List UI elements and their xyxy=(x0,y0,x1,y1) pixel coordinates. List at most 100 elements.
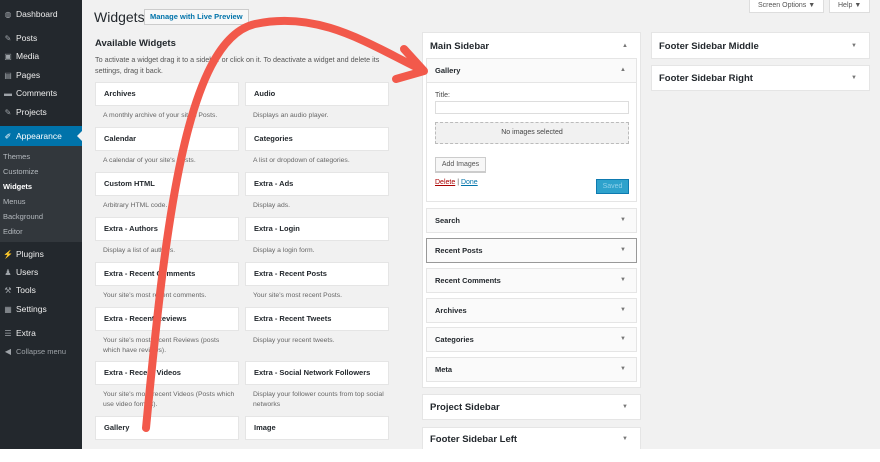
sidebar-widget-meta[interactable]: Meta ▼ xyxy=(426,357,637,382)
expand-down-icon[interactable]: ▼ xyxy=(620,328,626,351)
project-sidebar-title: Project Sidebar xyxy=(430,402,500,413)
dashboard-icon: ◍ xyxy=(4,9,12,19)
widget-custom-html[interactable]: Custom HTML xyxy=(95,172,239,196)
submenu-item-background[interactable]: Background xyxy=(3,212,43,221)
expand-down-icon[interactable]: ▼ xyxy=(620,209,626,232)
widget-extra-ads[interactable]: Extra - Ads xyxy=(245,172,389,196)
collapse-icon: ◀ xyxy=(4,346,12,356)
project-sidebar-panel[interactable]: Project Sidebar ▼ xyxy=(422,394,641,420)
collapse-menu-label: Collapse menu xyxy=(16,346,67,356)
footer-middle-panel[interactable]: Footer Sidebar Middle ▼ xyxy=(651,32,870,59)
menu-item-label: Plugins xyxy=(16,249,44,259)
submenu-item-customize[interactable]: Customize xyxy=(3,167,38,176)
widget-description: A list or dropdown of categories. xyxy=(253,157,350,164)
widget-extra-authors[interactable]: Extra - Authors xyxy=(95,217,239,241)
available-widgets-intro: To activate a widget drag it to a sideba… xyxy=(95,55,380,75)
widget-extra-recent-tweets[interactable]: Extra - Recent Tweets xyxy=(245,307,389,331)
sidebar-widget-recent-posts[interactable]: Recent Posts ▼ xyxy=(426,238,637,263)
submenu-item-widgets[interactable]: Widgets xyxy=(3,182,32,191)
add-images-button[interactable]: Add Images xyxy=(435,157,486,172)
menu-item-posts[interactable]: ✎ Posts xyxy=(0,29,82,47)
menu-item-settings[interactable]: ▦ Settings xyxy=(0,300,82,318)
widget-description: Displays an audio player. xyxy=(253,112,329,119)
menu-item-comments[interactable]: ▬ Comments xyxy=(0,84,82,102)
widget-description: Your site's most recent Videos (Posts wh… xyxy=(103,391,235,408)
widget-extra-recent-comments[interactable]: Extra - Recent Comments xyxy=(95,262,239,286)
done-link[interactable]: Done xyxy=(461,179,478,186)
menu-item-label: Projects xyxy=(16,107,47,117)
menu-item-label: Media xyxy=(16,51,40,61)
widget-extra-recent-reviews[interactable]: Extra - Recent Reviews xyxy=(95,307,239,331)
footer-middle-title: Footer Sidebar Middle xyxy=(659,41,759,52)
menu-item-media[interactable]: ▣ Media xyxy=(0,47,82,65)
help-button[interactable]: Help ▼ xyxy=(829,0,871,13)
sidebar-widget-search[interactable]: Search ▼ xyxy=(426,208,637,233)
widget-description: A calendar of your site's Posts. xyxy=(103,157,196,164)
widget-extra-recent-posts[interactable]: Extra - Recent Posts xyxy=(245,262,389,286)
widget-image[interactable]: Image xyxy=(245,416,389,440)
widget-categories[interactable]: Categories xyxy=(245,127,389,151)
widget-gallery[interactable]: Gallery xyxy=(95,416,239,440)
widget-description: Display your follower counts from top so… xyxy=(253,391,384,408)
sidebar-widget-title: Recent Comments xyxy=(435,276,501,285)
title-label: Title: xyxy=(435,92,450,99)
sidebar-widget-categories[interactable]: Categories ▼ xyxy=(426,327,637,352)
menu-item-plugins[interactable]: ⚡ Plugins xyxy=(0,245,82,263)
saved-button[interactable]: Saved xyxy=(596,179,629,194)
screen-options-button[interactable]: Screen Options ▼ xyxy=(749,0,825,13)
footer-right-panel[interactable]: Footer Sidebar Right ▼ xyxy=(651,65,870,91)
menu-item-label: Posts xyxy=(16,33,38,43)
gallery-widget-header[interactable]: Gallery ▲ xyxy=(427,59,636,83)
expand-down-icon[interactable]: ▼ xyxy=(620,299,626,322)
wrench-icon: ⚒ xyxy=(4,285,12,295)
expand-down-icon[interactable]: ▼ xyxy=(620,239,626,262)
widget-archives[interactable]: Archives xyxy=(95,82,239,106)
link-separator: | xyxy=(457,179,460,186)
footer-right-title: Footer Sidebar Right xyxy=(659,73,753,84)
submenu-item-menus[interactable]: Menus xyxy=(3,197,26,206)
expand-down-icon[interactable]: ▼ xyxy=(622,404,628,410)
plugin-icon: ⚡ xyxy=(3,249,13,259)
sidebar-widget-recent-comments[interactable]: Recent Comments ▼ xyxy=(426,268,637,293)
delete-link[interactable]: Delete xyxy=(435,179,455,186)
menu-item-extra[interactable]: ☰ Extra xyxy=(0,324,82,342)
sidebar-widget-title: Search xyxy=(435,216,461,225)
menu-item-dashboard[interactable]: ◍ Dashboard xyxy=(0,5,82,23)
menu-item-tools[interactable]: ⚒ Tools xyxy=(0,281,82,299)
expand-down-icon[interactable]: ▼ xyxy=(851,43,857,49)
live-preview-button[interactable]: Manage with Live Preview xyxy=(144,9,249,25)
brush-icon: ✐ xyxy=(4,131,12,141)
sidebar-widget-title: Recent Posts xyxy=(435,246,483,255)
expand-down-icon[interactable]: ▼ xyxy=(620,269,626,292)
collapse-up-icon[interactable]: ▲ xyxy=(620,59,626,82)
submenu-item-editor[interactable]: Editor xyxy=(3,227,23,236)
menu-item-appearance[interactable]: ✐ Appearance xyxy=(0,126,82,146)
menu-item-label: Tools xyxy=(16,285,36,295)
menu-item-projects[interactable]: ✎ Projects xyxy=(0,103,82,121)
menu-item-label: Pages xyxy=(16,70,41,80)
title-input[interactable] xyxy=(435,101,629,114)
widget-extra-recent-videos[interactable]: Extra - Recent Videos xyxy=(95,361,239,385)
widget-extra-social-network-followers[interactable]: Extra - Social Network Followers xyxy=(245,361,389,385)
comment-icon: ▬ xyxy=(4,88,12,98)
sidebar-widget-archives[interactable]: Archives ▼ xyxy=(426,298,637,323)
widget-description: Display ads. xyxy=(253,202,291,209)
expand-down-icon[interactable]: ▼ xyxy=(851,75,857,81)
bottom-strip xyxy=(0,449,880,462)
widget-extra-login[interactable]: Extra - Login xyxy=(245,217,389,241)
widget-description: Your site's most recent Reviews (posts w… xyxy=(103,337,220,354)
menu-item-label: Extra xyxy=(16,328,36,338)
widget-calendar[interactable]: Calendar xyxy=(95,127,239,151)
sidebar-widget-title: Archives xyxy=(435,306,467,315)
collapse-up-icon[interactable]: ▲ xyxy=(622,43,628,49)
widget-description: Display a login form. xyxy=(253,247,315,254)
expand-down-icon[interactable]: ▼ xyxy=(622,436,628,442)
expand-down-icon[interactable]: ▼ xyxy=(620,358,626,381)
widget-audio[interactable]: Audio xyxy=(245,82,389,106)
menu-item-pages[interactable]: ▤ Pages xyxy=(0,66,82,84)
settings-icon: ▦ xyxy=(4,304,12,314)
collapse-menu-button[interactable]: ◀ Collapse menu xyxy=(0,342,82,360)
main-sidebar-title[interactable]: Main Sidebar xyxy=(430,41,489,52)
menu-item-users[interactable]: ♟ Users xyxy=(0,263,82,281)
submenu-item-themes[interactable]: Themes xyxy=(3,152,30,161)
